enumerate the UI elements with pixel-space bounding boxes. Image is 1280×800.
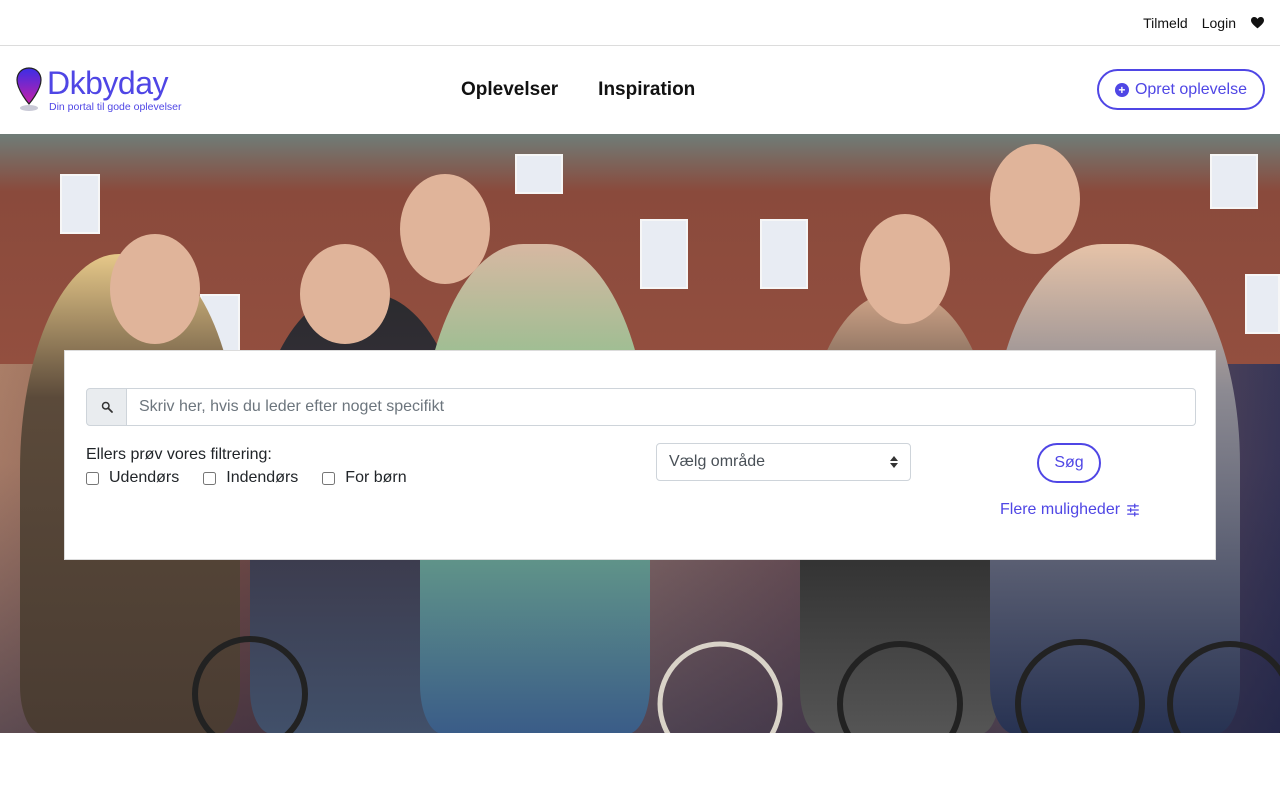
person-head — [400, 174, 490, 284]
main-nav: Oplevelser Inspiration — [461, 46, 695, 134]
checkbox-indendors[interactable]: Indendørs — [203, 469, 298, 487]
person-head — [300, 244, 390, 344]
building-window — [640, 219, 688, 289]
checkbox-indendors-label: Indendørs — [226, 469, 299, 486]
person-head — [860, 214, 950, 324]
top-utility-bar: Tilmeld Login — [0, 0, 1280, 46]
select-arrows-icon — [890, 456, 898, 468]
sliders-icon — [1127, 503, 1139, 517]
checkbox-udendors-label: Udendørs — [109, 469, 180, 486]
plus-circle-icon: + — [1114, 82, 1129, 97]
nav-item-inspiration[interactable]: Inspiration — [598, 79, 695, 101]
brand-logo[interactable]: Dkbyday Din portal til gode oplevelser — [15, 66, 182, 114]
heart-icon[interactable] — [1250, 16, 1264, 30]
brand-name: Dkbyday — [47, 65, 168, 102]
checkbox-udendors-input[interactable] — [86, 471, 99, 485]
person-head — [990, 144, 1080, 254]
filter-checkboxes: Udendørs Indendørs For børn — [86, 469, 407, 487]
building-window — [60, 174, 100, 234]
brand-tagline: Din portal til gode oplevelser — [49, 101, 182, 114]
search-bar — [86, 388, 1196, 426]
building-window — [760, 219, 808, 289]
create-experience-button[interactable]: + Opret oplevelse — [1096, 69, 1265, 110]
building-window — [1210, 154, 1258, 209]
area-select-value: Vælg område — [669, 453, 766, 470]
checkbox-for-born-label: For børn — [345, 469, 407, 486]
search-submit-button[interactable]: Søg — [1037, 443, 1101, 483]
checkbox-for-born[interactable]: For børn — [322, 469, 407, 487]
more-options-label: Flere muligheder — [1000, 501, 1121, 518]
checkbox-indendors-input[interactable] — [203, 471, 217, 485]
checkbox-for-born-input[interactable] — [322, 471, 336, 485]
checkbox-udendors[interactable]: Udendørs — [86, 469, 179, 487]
create-experience-label: Opret oplevelse — [1134, 80, 1247, 98]
search-input[interactable] — [127, 388, 1196, 426]
search-panel: Ellers prøv vores filtrering: Udendørs I… — [64, 350, 1216, 560]
filter-label: Ellers prøv vores filtrering: — [86, 446, 272, 463]
signup-link[interactable]: Tilmeld — [1143, 15, 1188, 31]
login-link[interactable]: Login — [1202, 15, 1236, 31]
building-window — [515, 154, 563, 194]
building-window — [1245, 274, 1280, 334]
bicycles-illustration — [192, 636, 1280, 733]
nav-item-oplevelser[interactable]: Oplevelser — [461, 79, 558, 101]
main-header: Dkbyday Din portal til gode oplevelser O… — [0, 46, 1280, 134]
search-addon — [86, 388, 127, 426]
more-options-link[interactable]: Flere muligheder — [1000, 501, 1140, 519]
search-icon — [101, 401, 113, 413]
map-pin-icon — [16, 67, 42, 111]
person-head — [110, 234, 200, 344]
area-select[interactable]: Vælg område — [656, 443, 911, 481]
